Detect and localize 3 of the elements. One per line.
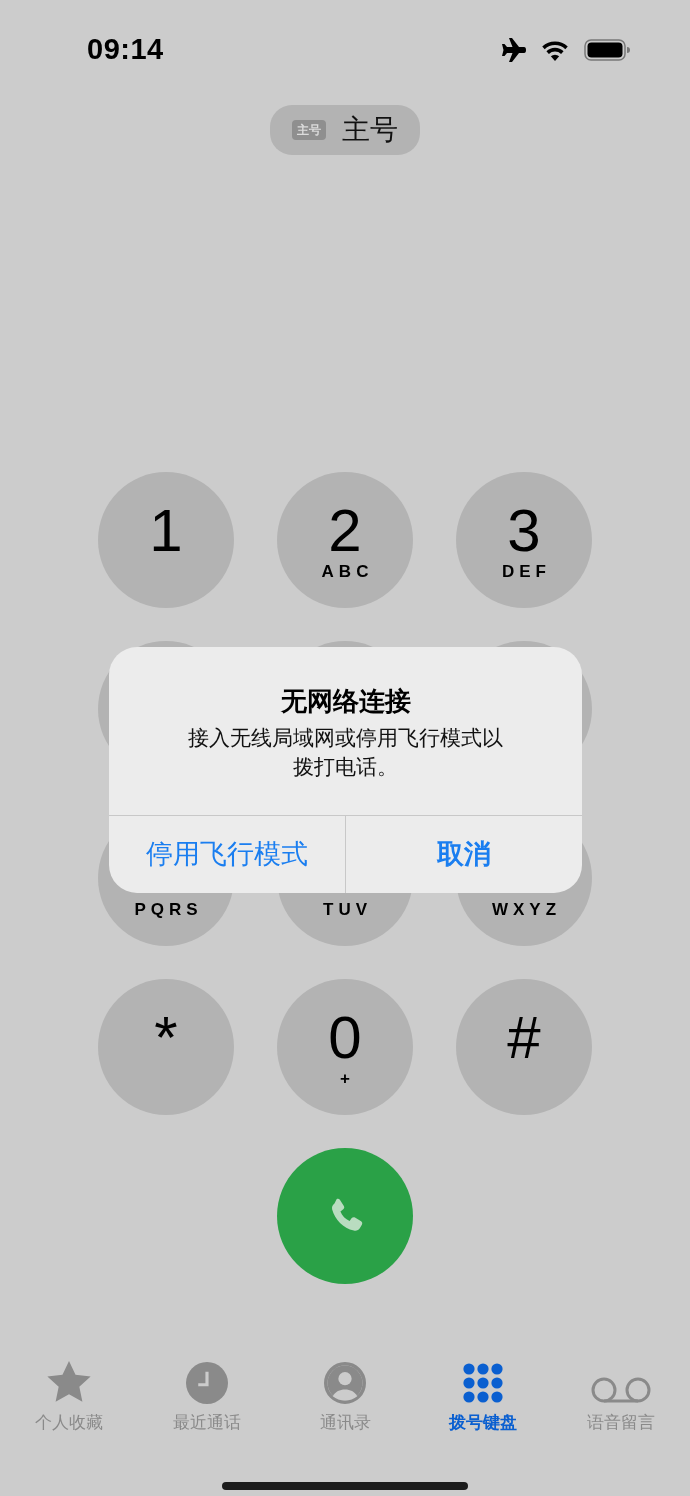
status-time: 09:14 bbox=[87, 32, 164, 68]
alert-message: 接入无线局域网或停用飞行模式以拨打电话。 bbox=[187, 725, 504, 780]
alert-title: 无网络连接 bbox=[279, 685, 412, 718]
